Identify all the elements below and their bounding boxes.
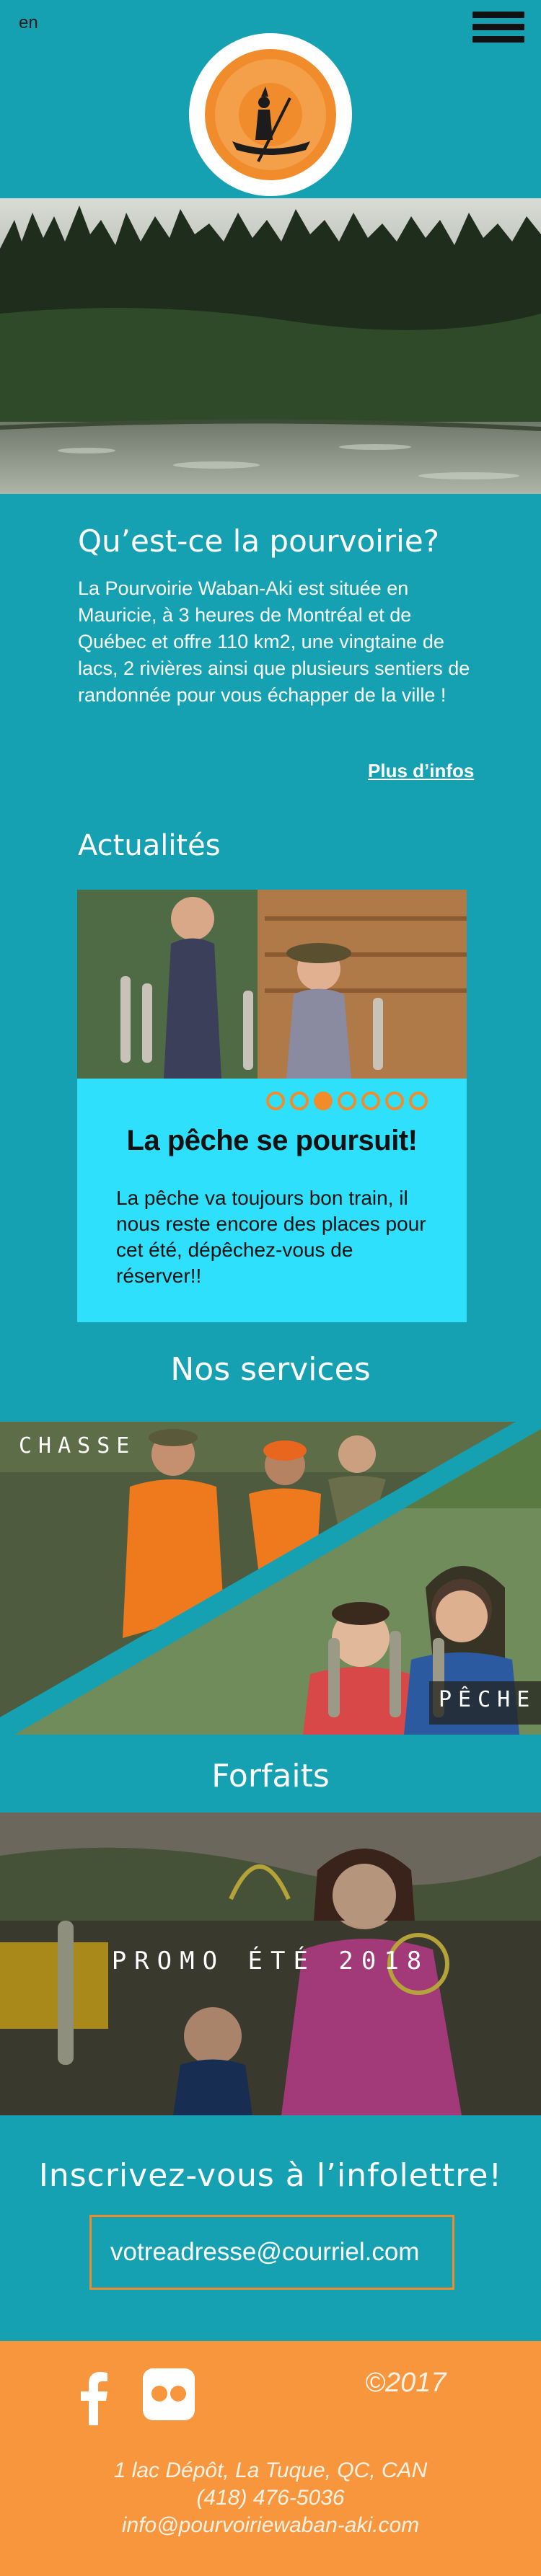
hunting-label[interactable]: CHASSE: [19, 1433, 136, 1459]
services-title: Nos services: [170, 1351, 371, 1388]
hero-lake-image: [0, 198, 541, 494]
slider-dot[interactable]: [314, 1092, 333, 1110]
email-field[interactable]: [89, 2215, 454, 2290]
news-photo: [77, 890, 467, 1079]
more-info-link[interactable]: Plus d’infos: [368, 760, 474, 782]
hamburger-icon[interactable]: [472, 12, 524, 52]
footer-email[interactable]: info@pourvoiriewaban-aki.com: [0, 2513, 541, 2538]
footer-address: 1 lac Dépôt, La Tuque, QC, CAN: [113, 2458, 428, 2482]
slider-dots[interactable]: [266, 1092, 428, 1110]
about-title: Qu’est-ce la pourvoirie?: [78, 523, 439, 559]
language-switch[interactable]: en: [19, 13, 38, 33]
slider-dot[interactable]: [266, 1092, 285, 1110]
slider-dot[interactable]: [409, 1092, 428, 1110]
news-card: La pêche se poursuit! La pêche va toujou…: [77, 890, 467, 1322]
forfaits-title: Forfaits: [211, 1758, 330, 1794]
fishing-label[interactable]: PÊCHE: [439, 1687, 536, 1712]
news-title: Actualités: [78, 829, 221, 862]
about-text: La Pourvoirie Waban-Aki est située en Ma…: [78, 577, 470, 706]
slider-dot[interactable]: [385, 1092, 404, 1110]
copyright: ©2017: [365, 2368, 447, 2398]
services-banner: CHASSE PÊCHE: [0, 1422, 541, 1735]
facebook-icon[interactable]: [79, 2372, 108, 2429]
canoe-logo-icon[interactable]: [189, 33, 352, 196]
newsletter-title: Inscrivez-vous à l’infolettre!: [38, 2157, 503, 2194]
news-body: La pêche va toujours bon train, il nous …: [116, 1187, 426, 1287]
news-headline: La pêche se poursuit!: [126, 1125, 418, 1156]
flickr-icon[interactable]: [143, 2368, 195, 2420]
slider-dot[interactable]: [290, 1092, 309, 1110]
footer-phone[interactable]: (418) 476-5036: [0, 2486, 541, 2510]
slider-dot[interactable]: [361, 1092, 380, 1110]
promo-label[interactable]: PROMO ÉTÉ 2018: [0, 1947, 541, 1975]
slider-dot[interactable]: [338, 1092, 356, 1110]
